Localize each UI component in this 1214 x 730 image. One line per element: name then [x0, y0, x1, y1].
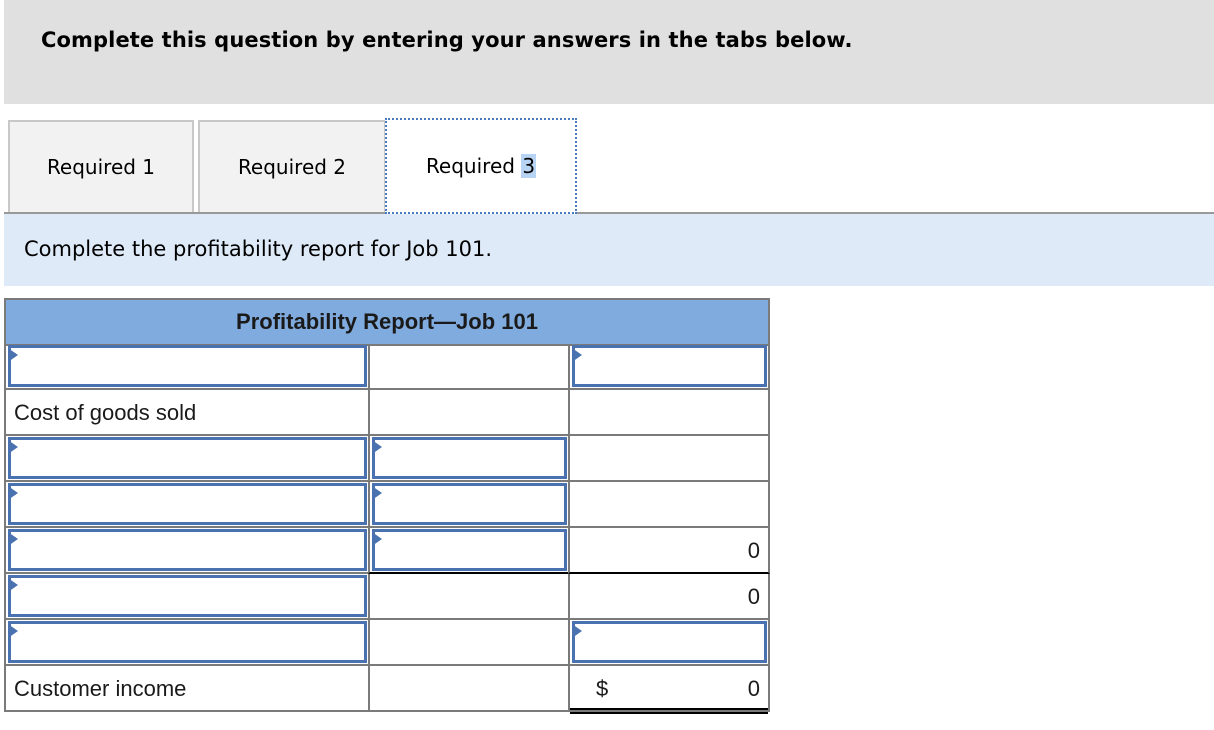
- table-row: [4, 620, 770, 666]
- table-row: [4, 344, 770, 390]
- amount-cell: [368, 574, 568, 620]
- table-row: Customer income $0: [4, 666, 770, 714]
- total-input[interactable]: [572, 345, 767, 387]
- table-row: Cost of goods sold: [4, 390, 770, 436]
- prompt-bar: Complete the profitability report for Jo…: [4, 214, 1214, 286]
- total-cell: $0: [568, 666, 770, 714]
- row-label-cell: Cost of goods sold: [4, 390, 368, 436]
- row-label-cell: [4, 620, 368, 666]
- row-label-dropdown[interactable]: [8, 529, 367, 571]
- dropdown-flag-icon: [8, 578, 18, 592]
- dropdown-flag-icon: [572, 348, 582, 362]
- amount-input[interactable]: [372, 483, 567, 525]
- tab-label: Required 1: [46, 155, 156, 179]
- prompt-text: Complete the profitability report for Jo…: [24, 237, 493, 261]
- total-cell: [568, 390, 770, 436]
- row-label-dropdown[interactable]: [8, 575, 367, 617]
- total-cell: [568, 344, 770, 390]
- amount-cell: [368, 344, 568, 390]
- row-label-cell: [4, 482, 368, 528]
- tab-label: Required 3: [425, 154, 537, 178]
- tab-required-2[interactable]: Required 2: [198, 120, 386, 212]
- row-label-dropdown[interactable]: [8, 621, 367, 663]
- dropdown-flag-icon: [8, 348, 18, 362]
- table-row: 0: [4, 574, 770, 620]
- amount-cell: [368, 482, 568, 528]
- table-row: [4, 436, 770, 482]
- dropdown-flag-icon: [572, 624, 582, 638]
- row-label-cell: [4, 344, 368, 390]
- tab-label-prefix: Required: [425, 154, 522, 178]
- row-label: Customer income: [14, 676, 187, 701]
- total-cell: 0: [568, 574, 770, 620]
- dropdown-flag-icon: [372, 440, 382, 454]
- currency-symbol: $: [596, 676, 609, 701]
- dropdown-flag-icon: [8, 532, 18, 546]
- total-cell: [568, 482, 770, 528]
- instructions-panel: Complete this question by entering your …: [4, 0, 1214, 104]
- total-value: 0: [747, 538, 760, 563]
- amount-cell: [368, 436, 568, 482]
- row-label-dropdown[interactable]: [8, 437, 367, 479]
- total-value: 0: [747, 676, 760, 701]
- tab-label-selected-text: 3: [521, 154, 537, 178]
- instructions-text: Complete this question by entering your …: [41, 28, 853, 52]
- amount-cell: [368, 666, 568, 712]
- row-label-cell: [4, 436, 368, 482]
- amount-cell: [368, 528, 568, 574]
- dropdown-flag-icon: [8, 624, 18, 638]
- tab-required-1[interactable]: Required 1: [8, 120, 194, 212]
- dropdown-flag-icon: [8, 486, 18, 500]
- row-label-cell: [4, 528, 368, 574]
- tab-bar: Required 1 Required 2 Required 3: [4, 118, 1214, 214]
- amount-cell: [368, 390, 568, 436]
- report-title: Profitability Report—Job 101: [4, 298, 770, 346]
- table-row: [4, 482, 770, 528]
- amount-cell: [368, 620, 568, 666]
- tab-label: Required 2: [237, 155, 347, 179]
- row-label-cell: Customer income: [4, 666, 368, 712]
- row-label-dropdown[interactable]: [8, 345, 367, 387]
- dropdown-flag-icon: [372, 486, 382, 500]
- total-cell: [568, 620, 770, 666]
- amount-input[interactable]: [372, 529, 567, 571]
- total-value: 0: [747, 584, 760, 609]
- row-label: Cost of goods sold: [14, 400, 197, 425]
- dropdown-flag-icon: [372, 532, 382, 546]
- amount-input[interactable]: [372, 437, 567, 479]
- row-label-cell: [4, 574, 368, 620]
- total-cell: 0: [568, 528, 770, 574]
- total-cell: [568, 436, 770, 482]
- table-row: 0: [4, 528, 770, 574]
- total-input[interactable]: [572, 621, 767, 663]
- tab-required-3[interactable]: Required 3: [385, 118, 577, 214]
- row-label-dropdown[interactable]: [8, 483, 367, 525]
- dropdown-flag-icon: [8, 440, 18, 454]
